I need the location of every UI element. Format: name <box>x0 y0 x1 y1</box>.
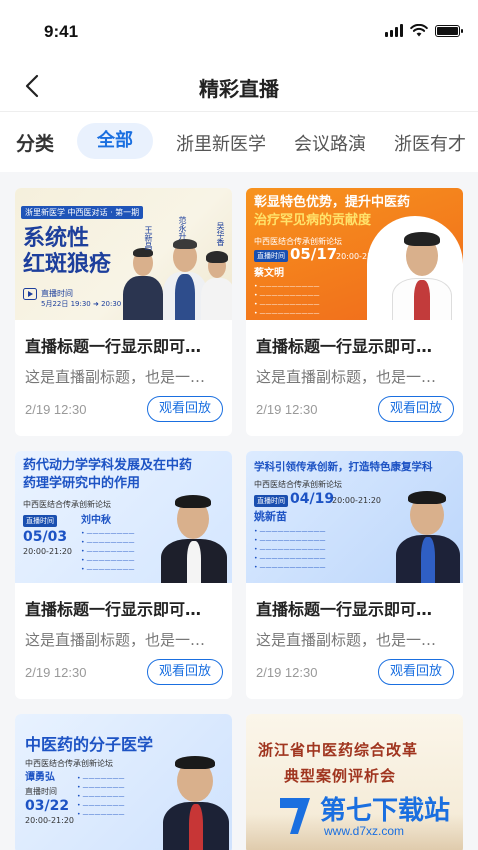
poster-headline: 浙江省中医药综合改革 <box>258 741 419 759</box>
card-subtitle: 这是直播副标题，也是一… <box>25 368 206 386</box>
live-card[interactable]: 学科引领传承创新，打造特色康复学科 中西医结合传承创新论坛 直播时间 04/19… <box>246 451 463 699</box>
tab-meetings[interactable]: 会议路演 <box>294 130 366 156</box>
poster-name: 王新昌 <box>144 226 153 250</box>
live-card[interactable]: 浙里新医学 中西医对话 · 第一期 系统性 红斑狼疮 直播时间 5月22日 19… <box>15 188 232 436</box>
card-title: 直播标题一行显示即可… <box>256 600 433 619</box>
poster-headline: 治疗罕见病的贡献度 <box>254 213 372 228</box>
page-title: 精彩直播 <box>199 77 279 101</box>
card-title: 直播标题一行显示即可… <box>25 337 202 356</box>
poster-headline: 中医药的分子医学 <box>25 735 154 754</box>
card-thumbnail[interactable]: 彰显特色优势，提升中医药 治疗罕见病的贡献度 中西医结合传承创新论坛 直播时间 … <box>246 188 463 320</box>
card-title: 直播标题一行显示即可… <box>256 337 433 356</box>
live-card[interactable]: 药代动力学学科发展及在中药 药理学研究中的作用 中西医结合传承创新论坛 直播时间… <box>15 451 232 699</box>
battery-icon <box>435 24 463 37</box>
poster-name: 谭勇弘 <box>25 772 55 783</box>
nav-bar: 精彩直播 <box>0 60 478 112</box>
card-thumbnail[interactable]: 浙里新医学 中西医对话 · 第一期 系统性 红斑狼疮 直播时间 5月22日 19… <box>15 188 232 320</box>
live-card[interactable]: 彰显特色优势，提升中医药 治疗罕见病的贡献度 中西医结合传承创新论坛 直播时间 … <box>246 188 463 436</box>
tab-talent[interactable]: 浙医有才 <box>394 130 466 156</box>
poster-headline: 红斑狼疮 <box>23 252 112 277</box>
watermark-url: www.d7xz.com <box>324 824 405 838</box>
card-subtitle: 这是直播副标题，也是一… <box>256 368 437 386</box>
status-time: 9:41 <box>44 22 79 41</box>
poster-headline: 典型案例评析会 <box>284 767 397 785</box>
watch-replay-button[interactable]: 观看回放 <box>147 396 223 422</box>
wifi-icon <box>410 24 428 37</box>
poster-forum: 中西医结合传承创新论坛 <box>25 759 113 768</box>
poster-live-label: 直播时间 <box>25 787 57 796</box>
poster-time: 20:00-21:20 <box>25 816 74 825</box>
status-icons <box>385 24 463 37</box>
card-date: 2/19 12:30 <box>25 402 87 417</box>
poster-tag: 浙里新医学 中西医对话 · 第一期 <box>21 206 144 219</box>
watch-replay-button[interactable]: 观看回放 <box>147 659 223 685</box>
card-title: 直播标题一行显示即可… <box>25 600 202 619</box>
signal-icon <box>385 24 403 37</box>
status-bar: 9:41 <box>0 0 478 60</box>
tab-zheli-medicine[interactable]: 浙里新医学 <box>176 130 266 156</box>
poster-headline: 彰显特色优势，提升中医药 <box>254 195 411 210</box>
site-watermark: 第七下载站 www.d7xz.com <box>276 790 472 844</box>
card-thumbnail[interactable]: 药代动力学学科发展及在中药 药理学研究中的作用 中西医结合传承创新论坛 直播时间… <box>15 451 232 583</box>
watermark-logo-icon <box>280 798 310 834</box>
poster-date: 05/17 <box>290 245 338 263</box>
poster-date: 05/03 <box>23 529 68 545</box>
poster-name: 姚新苗 <box>254 510 287 523</box>
card-subtitle: 这是直播副标题，也是一… <box>256 631 437 649</box>
card-subtitle: 这是直播副标题，也是一… <box>25 631 206 649</box>
poster-live-label: 直播时间 <box>254 495 288 507</box>
watch-replay-button[interactable]: 观看回放 <box>378 396 454 422</box>
tab-all[interactable]: 全部 <box>77 123 153 159</box>
poster-name: 范永升 <box>178 216 187 240</box>
card-thumbnail[interactable]: 学科引领传承创新，打造特色康复学科 中西医结合传承创新论坛 直播时间 04/19… <box>246 451 463 583</box>
poster-headline: 系统性 <box>23 226 90 251</box>
poster-live-label: 直播时间 <box>254 250 288 262</box>
poster-name: 刘中秋 <box>81 515 111 526</box>
poster-headline: 药理学研究中的作用 <box>23 476 141 491</box>
poster-headline: 学科引领传承创新，打造特色康复学科 <box>254 461 433 473</box>
poster-name: 蔡文明 <box>254 268 284 279</box>
card-date: 2/19 12:30 <box>256 665 318 680</box>
poster-live-label: 直播时间 <box>23 515 57 527</box>
category-bar: 分类 全部 浙里新医学 会议路演 浙医有才 <box>0 112 478 172</box>
card-date: 2/19 12:30 <box>25 665 87 680</box>
poster-forum: 中西医结合传承创新论坛 <box>254 480 342 489</box>
poster-forum: 中西医结合传承创新论坛 <box>23 500 111 509</box>
watermark-brand: 第七下载站 <box>320 796 451 826</box>
card-date: 2/19 12:30 <box>256 402 318 417</box>
live-card[interactable]: 中医药的分子医学 中西医结合传承创新论坛 谭勇弘 直播时间 03/22 20:0… <box>15 714 232 850</box>
poster-name: 吴华香 <box>216 222 225 246</box>
poster-time: 20:00-21:20 <box>23 547 72 556</box>
card-thumbnail[interactable]: 中医药的分子医学 中西医结合传承创新论坛 谭勇弘 直播时间 03/22 20:0… <box>15 714 232 850</box>
poster-headline: 药代动力学学科发展及在中药 <box>23 458 193 473</box>
play-icon <box>23 288 37 300</box>
poster-date: 04/19 <box>290 491 335 507</box>
poster-date: 03/22 <box>25 798 70 814</box>
poster-live-label: 直播时间 <box>41 289 73 298</box>
poster-time: 5月22日 19:30 ➜ 20:30 <box>41 300 122 308</box>
poster-time: 20:00-21:20 <box>332 496 381 505</box>
watch-replay-button[interactable]: 观看回放 <box>378 659 454 685</box>
category-label: 分类 <box>16 133 55 155</box>
